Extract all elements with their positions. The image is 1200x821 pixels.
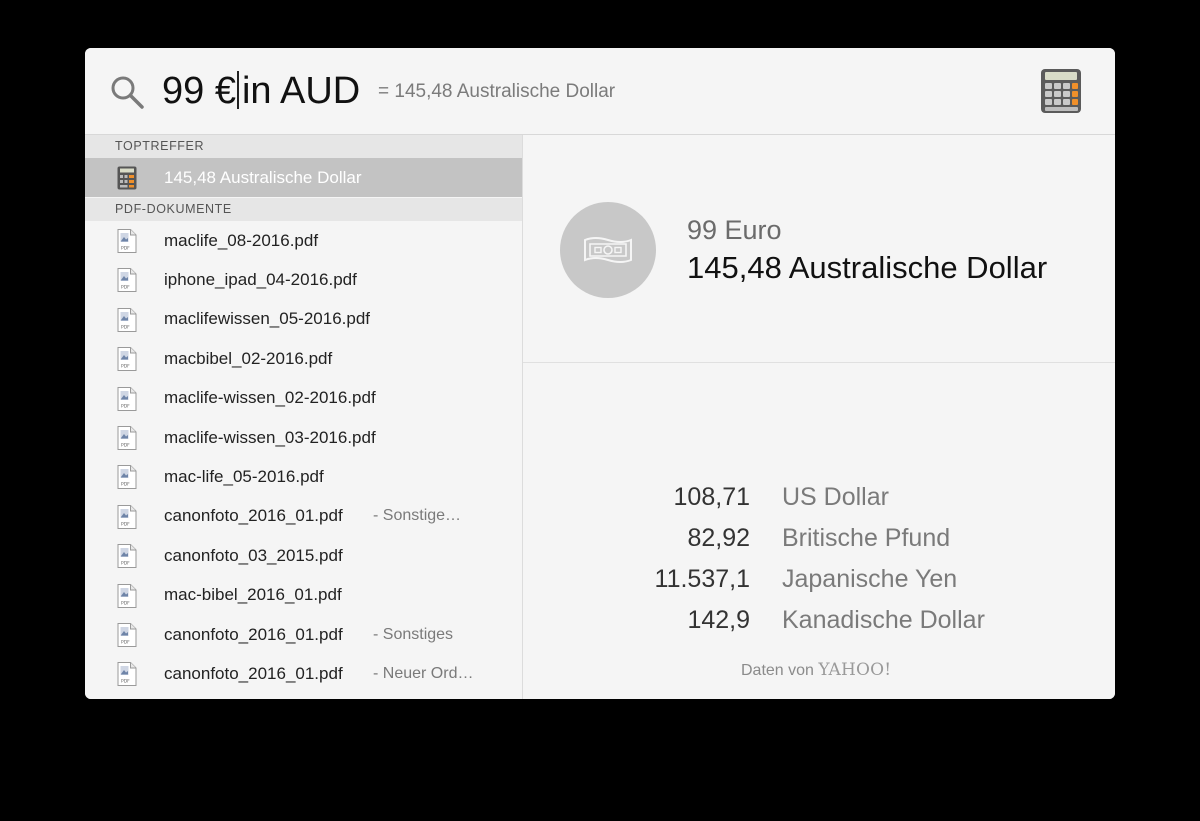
pdf-file-icon: PDF: [117, 386, 137, 411]
calculator-icon: [117, 166, 137, 190]
calculator-app-icon[interactable]: [1040, 68, 1082, 114]
search-query-text-rest: in AUD: [241, 70, 361, 112]
pdf-file-name: maclife-wissen_02-2016.pdf: [164, 388, 376, 408]
rate-currency: Britische Pfund: [782, 524, 951, 552]
converted-amount: 145,48 Australische Dollar: [687, 250, 1048, 285]
data-credit: Daten von YAHOO!: [741, 660, 891, 680]
pdf-result-row[interactable]: PDF macbibel_02-2016.pdf: [85, 339, 522, 378]
pdf-file-name: maclife-wissen_03-2016.pdf: [164, 427, 376, 447]
rate-currency: Kanadische Dollar: [782, 606, 985, 634]
search-icon: [111, 76, 144, 109]
svg-text:PDF: PDF: [121, 561, 130, 567]
pdf-file-icon: PDF: [117, 268, 137, 293]
yahoo-logo: YAHOO!: [818, 660, 892, 680]
pdf-file-name: canonfoto_03_2015.pdf: [164, 545, 343, 565]
pdf-file-name: macbibel_02-2016.pdf: [164, 348, 333, 368]
source-amount: 99 Euro: [687, 215, 782, 245]
rate-value: 108,71: [673, 483, 750, 511]
pdf-file-icon: PDF: [117, 504, 137, 529]
pdf-result-row[interactable]: PDF canonfoto_03_2015.pdf: [85, 536, 522, 575]
pdf-result-row[interactable]: PDF canonfoto_2016_01.pdf - Neuer Ord…: [85, 654, 522, 693]
preview-pane: 99 Euro 145,48 Australische Dollar 108,7…: [523, 135, 1115, 699]
svg-text:PDF: PDF: [121, 364, 130, 370]
pdf-file-name: maclife_08-2016.pdf: [164, 230, 319, 250]
spotlight-window: 99 € in AUD = 145,48 Australische Dollar …: [85, 48, 1115, 699]
svg-text:PDF: PDF: [121, 324, 130, 330]
pdf-file-name: canonfoto_2016_01.pdf: [164, 663, 343, 683]
rate-currency: US Dollar: [782, 483, 889, 511]
svg-text:PDF: PDF: [121, 403, 130, 409]
pdf-file-name: iphone_ipad_04-2016.pdf: [164, 269, 357, 289]
results-list: TOPTREFFER 145,48 Australische Dollar PD…: [85, 135, 523, 699]
pdf-result-row[interactable]: PDF maclife-wissen_02-2016.pdf: [85, 379, 522, 418]
section-header-top-hits: TOPTREFFER: [85, 135, 522, 158]
pdf-result-row[interactable]: PDF canonfoto_2016_01.pdf - Sonstige…: [85, 497, 522, 536]
divider: [523, 362, 1115, 363]
svg-text:PDF: PDF: [121, 482, 130, 488]
conversion-rate-row: 142,9 Kanadische Dollar: [523, 606, 1115, 646]
banknote-icon: [584, 237, 632, 263]
pdf-result-row[interactable]: PDF mac-bibel_2016_01.pdf: [85, 576, 522, 615]
pdf-result-row[interactable]: PDF maclifewissen_05-2016.pdf: [85, 300, 522, 339]
svg-text:PDF: PDF: [121, 443, 130, 449]
svg-text:PDF: PDF: [121, 600, 130, 606]
pdf-file-icon: PDF: [117, 623, 137, 647]
search-bar: 99 € in AUD = 145,48 Australische Dollar: [85, 48, 1115, 135]
pdf-result-row[interactable]: PDF maclife_08-2016.pdf: [85, 221, 522, 260]
pdf-folder-hint: - Sonstige…: [373, 507, 462, 525]
inline-result-suggestion: = 145,48 Australische Dollar: [378, 81, 616, 102]
pdf-file-icon: PDF: [117, 662, 137, 687]
pdf-result-row[interactable]: PDF maclife-wissen_03-2016.pdf: [85, 418, 522, 457]
pdf-result-row[interactable]: PDF canonfoto_2016_01.pdf - Sonstiges: [85, 615, 522, 654]
pdf-result-row[interactable]: PDF mac-life_05-2016.pdf: [85, 457, 522, 496]
top-hit-row[interactable]: 145,48 Australische Dollar: [85, 158, 522, 197]
pdf-result-row[interactable]: PDF iphone_ipad_04-2016.pdf: [85, 260, 522, 299]
currency-badge: [560, 202, 656, 298]
pdf-file-icon: PDF: [117, 544, 137, 569]
pdf-file-name: canonfoto_2016_01.pdf: [164, 624, 343, 644]
pdf-file-name: mac-bibel_2016_01.pdf: [164, 585, 342, 605]
svg-text:PDF: PDF: [121, 640, 130, 646]
pdf-file-icon: PDF: [117, 229, 137, 253]
rate-currency: Japanische Yen: [782, 565, 958, 593]
rate-value: 11.537,1: [654, 565, 750, 593]
search-input[interactable]: 99 € in AUD: [162, 66, 360, 116]
svg-text:PDF: PDF: [121, 246, 130, 252]
rate-value: 82,92: [687, 524, 750, 552]
pdf-file-icon: PDF: [117, 426, 137, 450]
top-hit-label: 145,48 Australische Dollar: [164, 167, 362, 187]
pdf-file-icon: PDF: [117, 465, 137, 490]
credit-prefix: Daten von: [741, 662, 814, 679]
pdf-file-name: canonfoto_2016_01.pdf: [164, 506, 343, 526]
pdf-folder-hint: - Sonstiges: [373, 625, 454, 643]
svg-text:PDF: PDF: [121, 679, 130, 685]
pdf-file-icon: PDF: [117, 347, 137, 372]
svg-text:PDF: PDF: [121, 285, 130, 291]
search-query-text: 99 €: [162, 70, 236, 112]
conversion-rate-row: 82,92 Britische Pfund: [523, 524, 1115, 564]
pdf-file-icon: PDF: [117, 583, 137, 608]
svg-text:PDF: PDF: [121, 521, 130, 527]
rate-value: 142,9: [687, 606, 750, 634]
text-caret: [236, 71, 239, 109]
pdf-folder-hint: - Neuer Ord…: [373, 664, 474, 682]
section-header-pdf: PDF-DOKUMENTE: [85, 198, 522, 221]
pdf-file-icon: PDF: [117, 307, 137, 332]
pdf-file-name: mac-life_05-2016.pdf: [164, 466, 324, 486]
conversion-rate-row: 108,71 US Dollar: [523, 483, 1115, 523]
conversion-rate-row: 11.537,1 Japanische Yen: [523, 565, 1115, 605]
pdf-file-name: maclifewissen_05-2016.pdf: [164, 309, 371, 329]
